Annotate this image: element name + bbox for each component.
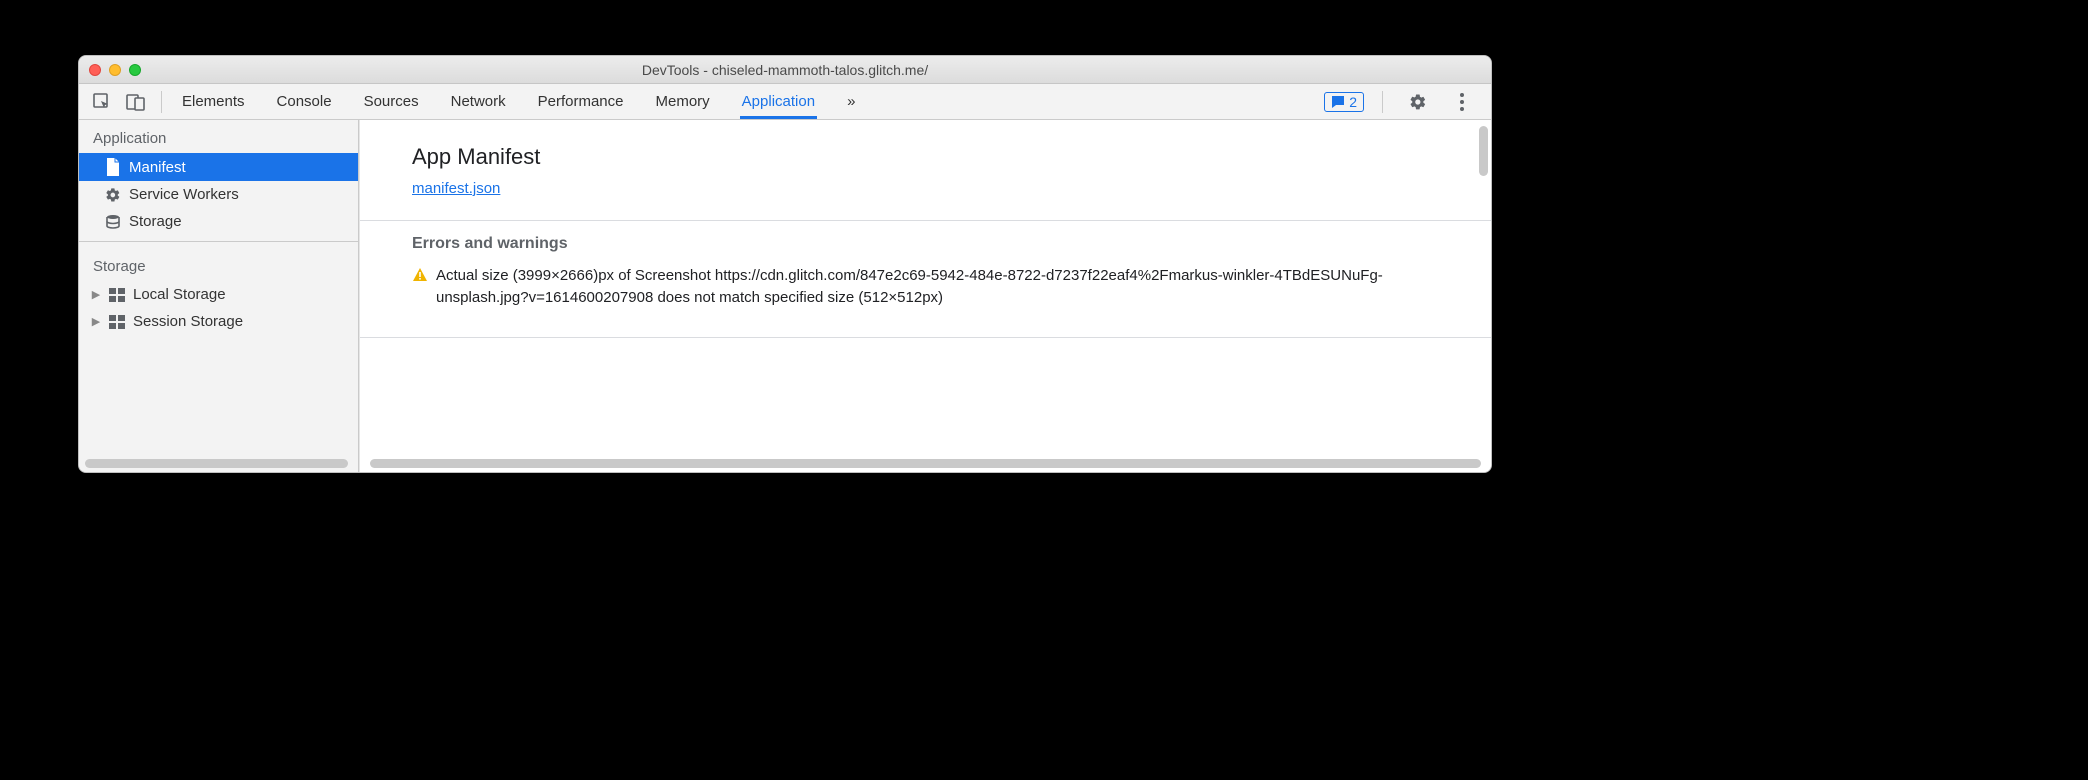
inspect-element-icon[interactable] [91,91,113,113]
gear-icon [105,187,121,203]
tab-console[interactable]: Console [275,84,334,119]
expand-arrow-icon: ▶ [91,315,101,328]
storage-icon [105,214,121,230]
settings-gear-icon[interactable] [1407,91,1429,113]
tab-label: Elements [182,93,245,110]
tab-elements[interactable]: Elements [180,84,247,119]
sidebar-items-application: Manifest Service Workers Storage [79,153,358,235]
expand-arrow-icon: ▶ [91,288,101,301]
application-sidebar: Application Manifest Service Workers [79,120,359,472]
grid-icon [109,315,125,329]
sidebar-section-application: Application [79,120,358,153]
tab-label: Application [742,93,815,110]
sidebar-item-label: Session Storage [133,313,348,330]
sidebar-items-storage: ▶ Local Storage ▶ Session Storage [79,281,358,335]
manifest-link-label: manifest.json [412,180,500,197]
sidebar-item-label: Storage [129,213,348,230]
sidebar-divider [79,241,358,242]
main-content: App Manifest manifest.json Errors and wa… [360,120,1491,350]
sidebar-item-manifest[interactable]: Manifest [79,153,358,181]
sidebar-item-storage[interactable]: Storage [79,208,358,235]
devtools-window: DevTools - chiseled-mammoth-talos.glitch… [78,55,1492,473]
page-title: App Manifest [412,144,1439,170]
tab-performance[interactable]: Performance [536,84,626,119]
grid-icon [109,288,125,302]
errors-heading: Errors and warnings [412,235,1439,253]
separator [1382,91,1383,113]
tab-label: Console [277,93,332,110]
tabs-overflow-button[interactable]: » [845,84,857,119]
sidebar-item-label: Service Workers [129,186,348,203]
close-window-button[interactable] [89,64,101,76]
divider [360,220,1491,221]
tab-label: Sources [364,93,419,110]
sidebar-item-label: Local Storage [133,286,348,303]
divider [360,337,1491,338]
tab-network[interactable]: Network [449,84,508,119]
sidebar-item-service-workers[interactable]: Service Workers [79,181,358,208]
device-toolbar-icon[interactable] [125,91,147,113]
minimize-window-button[interactable] [109,64,121,76]
panel-tabs: Elements Console Sources Network Perform… [180,84,857,119]
tab-label: Network [451,93,506,110]
more-menu-icon[interactable] [1451,91,1473,113]
warning-icon [412,267,428,309]
tab-application[interactable]: Application [740,84,817,119]
titlebar: DevTools - chiseled-mammoth-talos.glitch… [79,56,1491,84]
sidebar-horizontal-scrollbar[interactable] [85,459,348,468]
manifest-link[interactable]: manifest.json [412,180,500,197]
toolbar-right: 2 [1324,91,1485,113]
tab-sources[interactable]: Sources [362,84,421,119]
tab-label: Performance [538,93,624,110]
file-icon [105,158,121,176]
tab-memory[interactable]: Memory [654,84,712,119]
issues-badge[interactable]: 2 [1324,92,1364,112]
window-title: DevTools - chiseled-mammoth-talos.glitch… [79,62,1491,78]
sidebar-section-storage: Storage [79,248,358,281]
zoom-window-button[interactable] [129,64,141,76]
warning-row: Actual size (3999×2666)px of Screenshot … [412,265,1439,309]
warning-text: Actual size (3999×2666)px of Screenshot … [436,265,1439,309]
main-panel: App Manifest manifest.json Errors and wa… [359,120,1491,472]
separator [161,91,162,113]
traffic-lights [89,64,141,76]
main-vertical-scrollbar[interactable] [1479,126,1488,176]
tab-label: Memory [656,93,710,110]
overflow-label: » [847,93,855,110]
sidebar-item-session-storage[interactable]: ▶ Session Storage [79,308,358,335]
sidebar-item-local-storage[interactable]: ▶ Local Storage [79,281,358,308]
panel-body: Application Manifest Service Workers [79,120,1491,472]
message-icon [1331,95,1345,109]
main-horizontal-scrollbar[interactable] [370,459,1481,468]
sidebar-item-label: Manifest [129,159,348,176]
issues-count: 2 [1349,94,1357,110]
devtools-toolbar: Elements Console Sources Network Perform… [79,84,1491,120]
